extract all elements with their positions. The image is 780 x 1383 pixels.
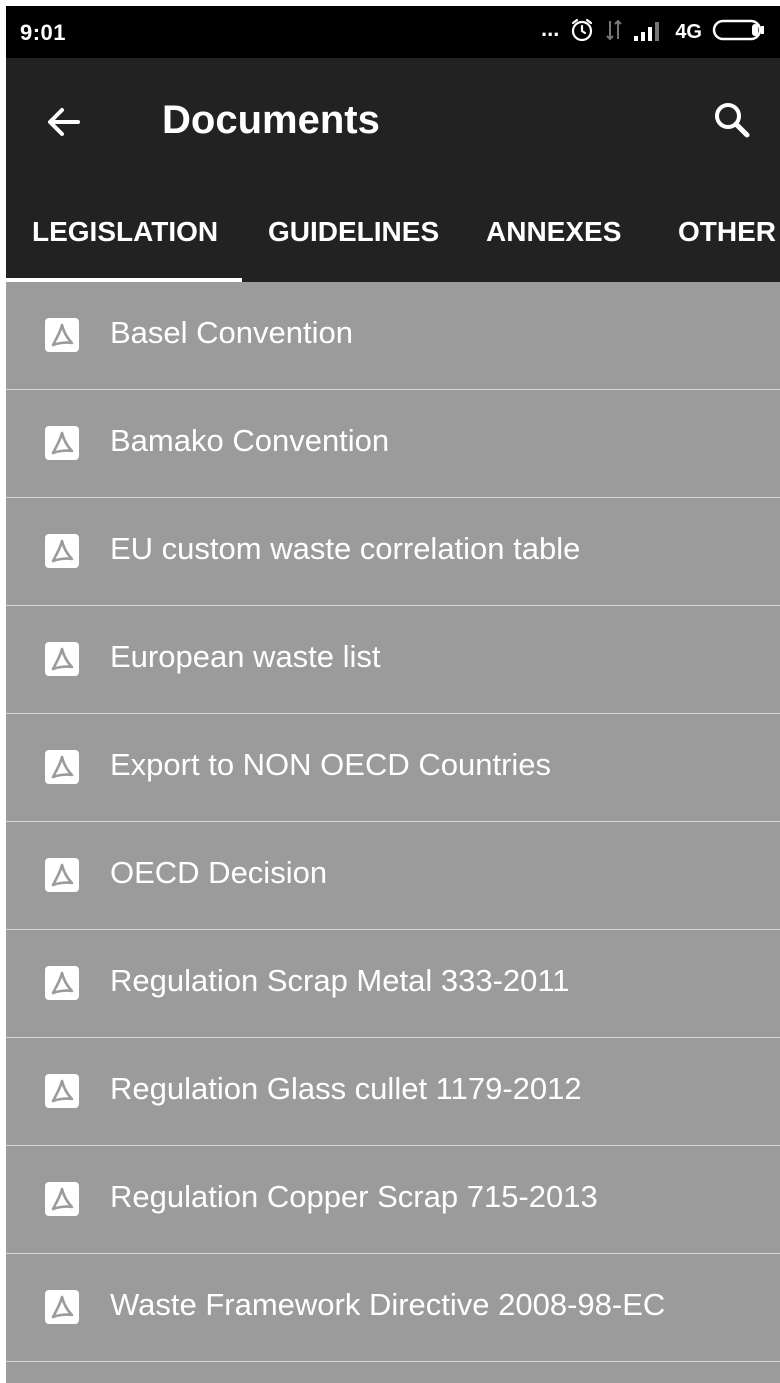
- list-item[interactable]: Regulation Copper Scrap 715-2013: [6, 1146, 780, 1254]
- app-screen: 9:01 ... 4G Documents LEGISLATION GUIDEL…: [6, 6, 780, 1383]
- list-item[interactable]: Waste Framework Directive 2008-98-EC: [6, 1254, 780, 1362]
- pdf-icon: [45, 858, 79, 892]
- tab-guidelines[interactable]: GUIDELINES: [268, 216, 439, 282]
- pdf-icon: [45, 426, 79, 460]
- search-icon: [715, 103, 750, 138]
- data-arrows-icon: [605, 17, 623, 48]
- list-item[interactable]: Regulation Glass cullet 1179-2012: [6, 1038, 780, 1146]
- list-item[interactable]: Bamako Convention: [6, 390, 780, 498]
- document-label: Regulation Scrap Metal 333-2011: [110, 963, 570, 998]
- tab-bar: LEGISLATION GUIDELINES ANNEXES OTHER: [6, 204, 780, 282]
- back-button[interactable]: [36, 94, 92, 150]
- pdf-icon: [45, 1290, 79, 1324]
- network-type: 4G: [675, 20, 702, 43]
- document-label: OECD Decision: [110, 855, 328, 890]
- more-notifications-icon: ...: [540, 16, 560, 41]
- pdf-icon: [45, 1182, 79, 1216]
- pdf-icon: [45, 750, 79, 784]
- arrow-left-icon: [48, 108, 80, 136]
- document-list: Basel Convention Bamako Convention EU cu…: [6, 282, 780, 1362]
- pdf-icon: [45, 642, 79, 676]
- page-title: Documents: [162, 98, 380, 142]
- list-item[interactable]: OECD Decision: [6, 822, 780, 930]
- tab-legislation[interactable]: LEGISLATION: [32, 216, 218, 282]
- list-item[interactable]: Export to NON OECD Countries: [6, 714, 780, 822]
- list-item[interactable]: Regulation Scrap Metal 333-2011: [6, 930, 780, 1038]
- document-label: Basel Convention: [110, 315, 353, 350]
- list-item[interactable]: EU custom waste correlation table: [6, 498, 780, 606]
- pdf-icon: [45, 1074, 79, 1108]
- alarm-icon: [569, 17, 595, 48]
- app-bar: Documents LEGISLATION GUIDELINES ANNEXES…: [6, 58, 780, 282]
- pdf-icon: [45, 318, 79, 352]
- tab-other[interactable]: OTHER: [678, 216, 776, 282]
- document-label: Bamako Convention: [110, 423, 390, 458]
- document-label: European waste list: [110, 639, 381, 674]
- list-item[interactable]: European waste list: [6, 606, 780, 714]
- pdf-icon: [45, 966, 79, 1000]
- status-time: 9:01: [20, 20, 67, 45]
- tab-annexes[interactable]: ANNEXES: [486, 216, 621, 282]
- status-icons: ... 4G: [541, 16, 766, 48]
- document-label: Export to NON OECD Countries: [110, 747, 552, 782]
- document-label: EU custom waste correlation table: [110, 531, 581, 566]
- document-label: Waste Framework Directive 2008-98-EC: [110, 1287, 666, 1322]
- battery-icon: [712, 18, 766, 47]
- status-bar: 9:01 ... 4G: [6, 6, 780, 58]
- list-item[interactable]: Basel Convention: [6, 282, 780, 390]
- document-label: Regulation Copper Scrap 715-2013: [110, 1179, 598, 1214]
- document-label: Regulation Glass cullet 1179-2012: [110, 1071, 582, 1106]
- pdf-icon: [45, 534, 79, 568]
- signal-icon: [633, 18, 665, 47]
- search-button[interactable]: [704, 92, 760, 148]
